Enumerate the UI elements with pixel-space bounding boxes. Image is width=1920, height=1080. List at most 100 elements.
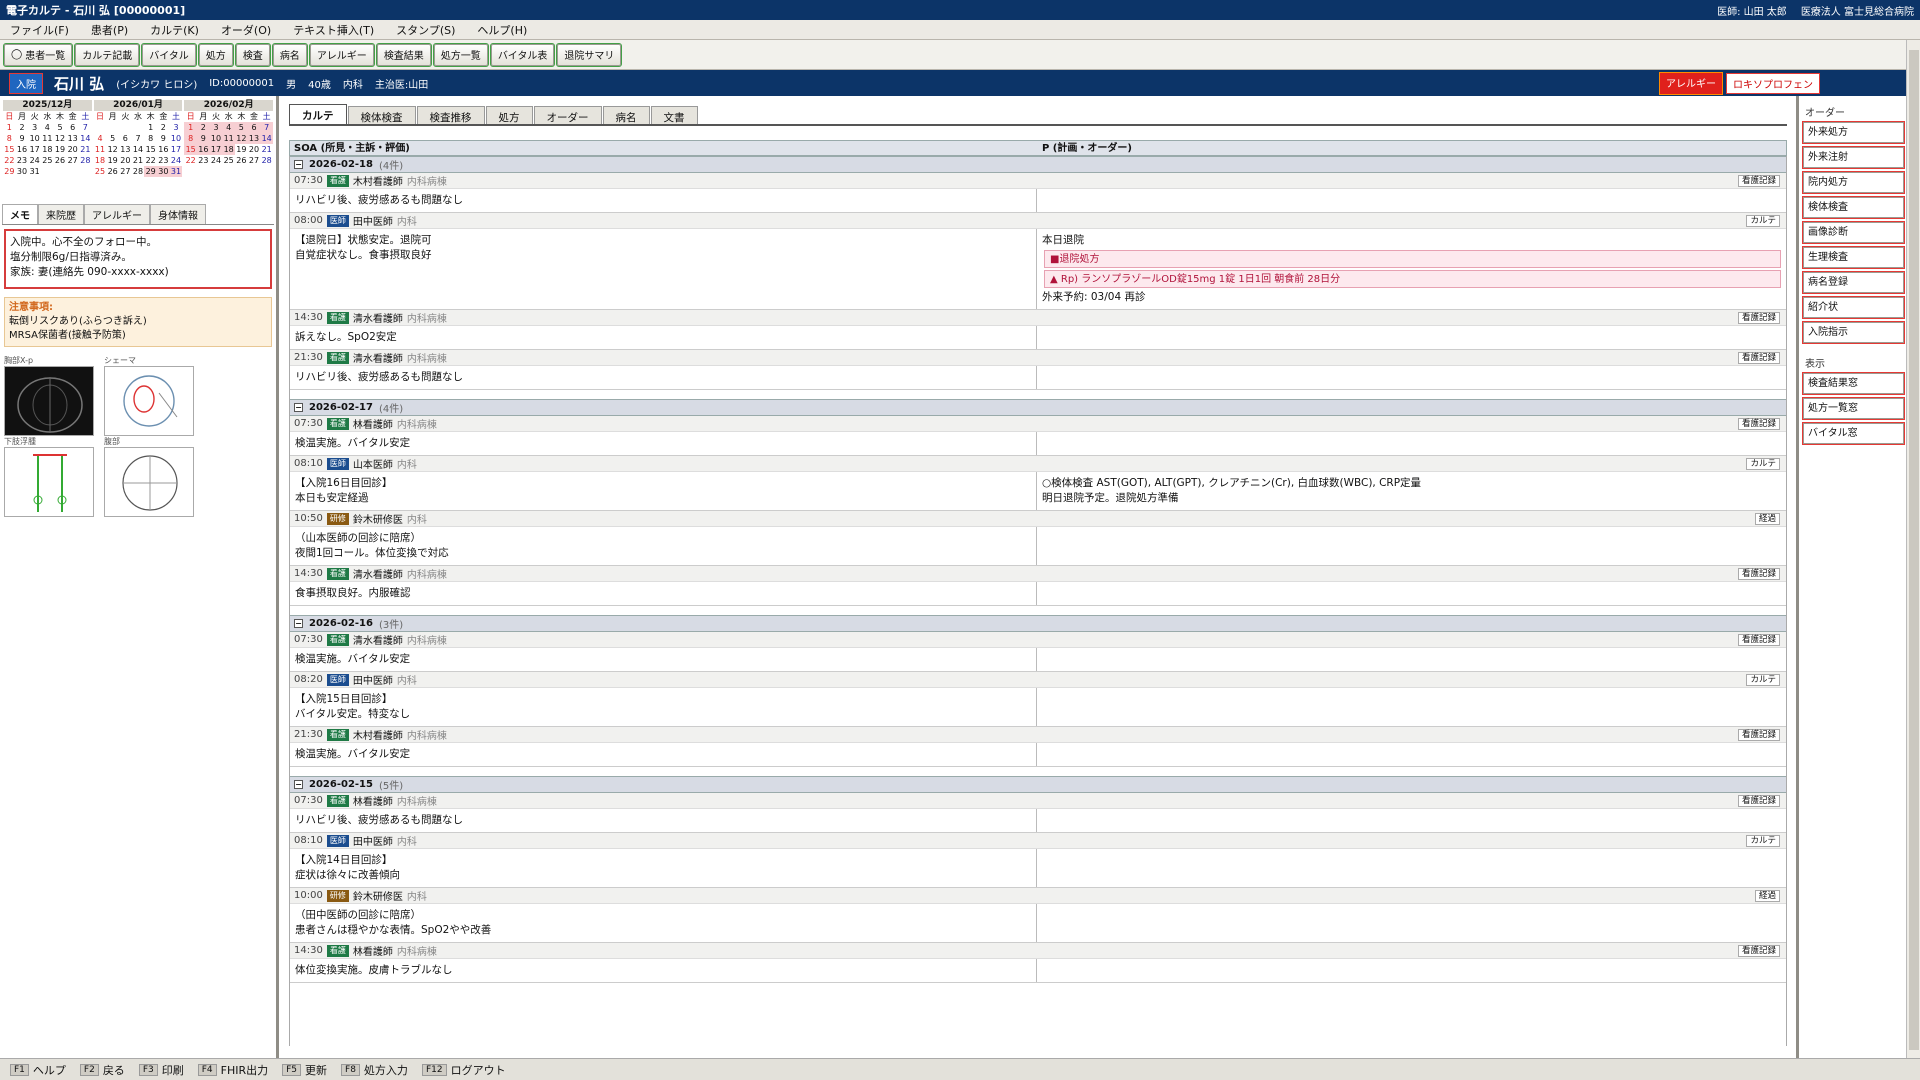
allergy-alert-badge[interactable]: アレルギー — [1659, 71, 1723, 95]
calendar-day[interactable]: 22 — [3, 155, 16, 166]
calendar-day[interactable]: 17 — [28, 144, 41, 155]
calendar-day[interactable]: 15 — [3, 144, 16, 155]
entry-body[interactable]: 検温実施。バイタル安定 — [290, 648, 1786, 672]
calendar-day[interactable]: 7 — [79, 122, 92, 133]
toolbar-button[interactable]: 検査 — [234, 42, 271, 67]
function-key-button[interactable]: F1 ヘルプ — [10, 1062, 66, 1078]
calendar-day[interactable]: 3 — [170, 122, 183, 133]
order-button[interactable]: 外来注射 — [1802, 146, 1905, 169]
calendar-day[interactable]: 29 — [3, 166, 16, 177]
menu-item[interactable]: スタンプ(S) — [394, 21, 457, 39]
calendar-day[interactable]: 22 — [184, 155, 197, 166]
calendar-day[interactable]: 5 — [54, 122, 67, 133]
entry-body[interactable]: リハビリ後、疲労感あるも問題なし — [290, 366, 1786, 390]
calendar-day[interactable]: 4 — [41, 122, 54, 133]
calendar-day[interactable]: 15 — [184, 144, 197, 155]
chart-tab[interactable]: 検査推移 — [416, 106, 485, 124]
toolbar-button[interactable]: 退院サマリ — [556, 42, 623, 67]
calendar-day[interactable]: 18 — [222, 144, 235, 155]
calendar-day[interactable]: 23 — [197, 155, 210, 166]
leg-edema-thumbnail[interactable] — [4, 447, 94, 517]
calendar-day[interactable]: 19 — [54, 144, 67, 155]
calendar-day[interactable]: 4 — [222, 122, 235, 133]
soa-text[interactable]: 食事摂取良好。内服確認 — [290, 582, 1037, 605]
toolbar-button[interactable]: カルテ記載 — [74, 42, 141, 67]
calendar-day[interactable]: 11 — [94, 144, 107, 155]
chart-tab[interactable]: 検体検査 — [347, 106, 416, 124]
soa-text[interactable]: 【入院16日目回診】 本日も安定経過 — [290, 472, 1037, 510]
calendar-day[interactable]: 28 — [132, 166, 145, 177]
order-button[interactable]: 紹介状 — [1802, 296, 1905, 319]
calendar-day[interactable]: 23 — [16, 155, 29, 166]
calendar-day[interactable]: 24 — [210, 155, 223, 166]
function-key-button[interactable]: F8 処方入力 — [341, 1062, 408, 1078]
calendar-day[interactable]: 2 — [197, 122, 210, 133]
calendar-day[interactable]: 28 — [260, 155, 273, 166]
entry-body[interactable]: （山本医師の回診に陪席） 夜間1回コール。体位変換で対応 — [290, 527, 1786, 566]
calendar-day[interactable]: 9 — [157, 133, 170, 144]
calendar-day[interactable]: 14 — [79, 133, 92, 144]
entry-body[interactable]: 【退院日】状態安定。退院可 自覚症状なし。食事摂取良好 本日退院 ■退院処方 ▲ Rp… — [290, 229, 1786, 310]
toolbar-button[interactable]: 検査結果 — [375, 42, 432, 67]
calendar-day[interactable]: 20 — [248, 144, 261, 155]
calendar-day[interactable]: 12 — [54, 133, 67, 144]
function-key-button[interactable]: F2 戻る — [79, 1062, 125, 1078]
order-button[interactable]: 検体検査 — [1802, 196, 1905, 219]
calendar-day[interactable]: 30 — [157, 166, 170, 177]
calendar-day[interactable]: 2 — [157, 122, 170, 133]
soa-text[interactable]: 訴えなし。SpO2安定 — [290, 326, 1037, 349]
schema-thumbnail[interactable] — [104, 366, 194, 436]
collapse-icon[interactable]: − — [294, 160, 303, 169]
collapse-icon[interactable]: − — [294, 619, 303, 628]
toolbar-button[interactable]: アレルギー — [308, 42, 375, 67]
chart-tab[interactable]: 処方 — [485, 106, 533, 124]
order-button[interactable]: 入院指示 — [1802, 321, 1905, 344]
order-button[interactable]: 外来処方 — [1802, 121, 1905, 144]
date-group-header[interactable]: −2026-02-17 (4件) — [290, 399, 1786, 416]
calendar-day[interactable]: 20 — [119, 155, 132, 166]
soa-text[interactable]: 検温実施。バイタル安定 — [290, 648, 1037, 671]
date-group-header[interactable]: −2026-02-16 (3件) — [290, 615, 1786, 632]
view-button[interactable]: 処方一覧窓 — [1802, 397, 1905, 420]
calendar-day[interactable]: 24 — [28, 155, 41, 166]
plan-text[interactable] — [1037, 582, 1786, 605]
left-tab[interactable]: アレルギー — [84, 204, 150, 224]
plan-text[interactable] — [1037, 527, 1786, 565]
calendar-day[interactable]: 13 — [119, 144, 132, 155]
soa-text[interactable]: 【入院14日目回診】 症状は徐々に改善傾向 — [290, 849, 1037, 887]
calendar-day[interactable]: 27 — [119, 166, 132, 177]
soa-text[interactable]: 検温実施。バイタル安定 — [290, 743, 1037, 766]
entry-body[interactable]: 【入院15日目回診】 バイタル安定。特変なし — [290, 688, 1786, 727]
toolbar-button[interactable]: 病名 — [271, 42, 308, 67]
entry-body[interactable]: 訴えなし。SpO2安定 — [290, 326, 1786, 350]
chart-tab[interactable]: カルテ — [289, 104, 347, 124]
calendar-day[interactable]: 19 — [235, 144, 248, 155]
calendar-day[interactable]: 1 — [3, 122, 16, 133]
calendar-day[interactable]: 20 — [66, 144, 79, 155]
calendar-day[interactable]: 29 — [144, 166, 157, 177]
entry-body[interactable]: 【入院14日目回診】 症状は徐々に改善傾向 — [290, 849, 1786, 888]
calendar-day[interactable]: 25 — [222, 155, 235, 166]
calendar-day[interactable]: 7 — [260, 122, 274, 133]
calendar-day[interactable]: 16 — [157, 144, 170, 155]
calendar-day[interactable]: 6 — [66, 122, 79, 133]
calendar-day[interactable]: 13 — [247, 133, 261, 144]
plan-text[interactable] — [1037, 366, 1786, 389]
order-button[interactable]: 生理検査 — [1802, 246, 1905, 269]
entry-body[interactable]: （田中医師の回診に陪席） 患者さんは穏やかな表情。SpO2やや改善 — [290, 904, 1786, 943]
chart-records[interactable]: −2026-02-18 (4件) 07:30 看護 木村看護師 内科病棟 看護記録 リハビリ後… — [289, 156, 1787, 1046]
calendar-day[interactable]: 21 — [260, 144, 273, 155]
calendar-day[interactable]: 5 — [106, 133, 119, 144]
left-tab[interactable]: メモ — [2, 204, 38, 224]
calendar-day[interactable]: 23 — [157, 155, 170, 166]
collapse-icon[interactable]: − — [294, 403, 303, 412]
calendar-day[interactable]: 10 — [170, 133, 183, 144]
date-group-header[interactable]: −2026-02-15 (5件) — [290, 776, 1786, 793]
calendar-day[interactable]: 14 — [132, 144, 145, 155]
calendar-day[interactable]: 17 — [170, 144, 183, 155]
soa-text[interactable]: （山本医師の回診に陪席） 夜間1回コール。体位変換で対応 — [290, 527, 1037, 565]
toolbar-button[interactable]: バイタル表 — [489, 42, 556, 67]
entry-body[interactable]: リハビリ後、疲労感あるも問題なし — [290, 809, 1786, 833]
calendar-day[interactable]: 11 — [41, 133, 54, 144]
soa-text[interactable]: 検温実施。バイタル安定 — [290, 432, 1037, 455]
